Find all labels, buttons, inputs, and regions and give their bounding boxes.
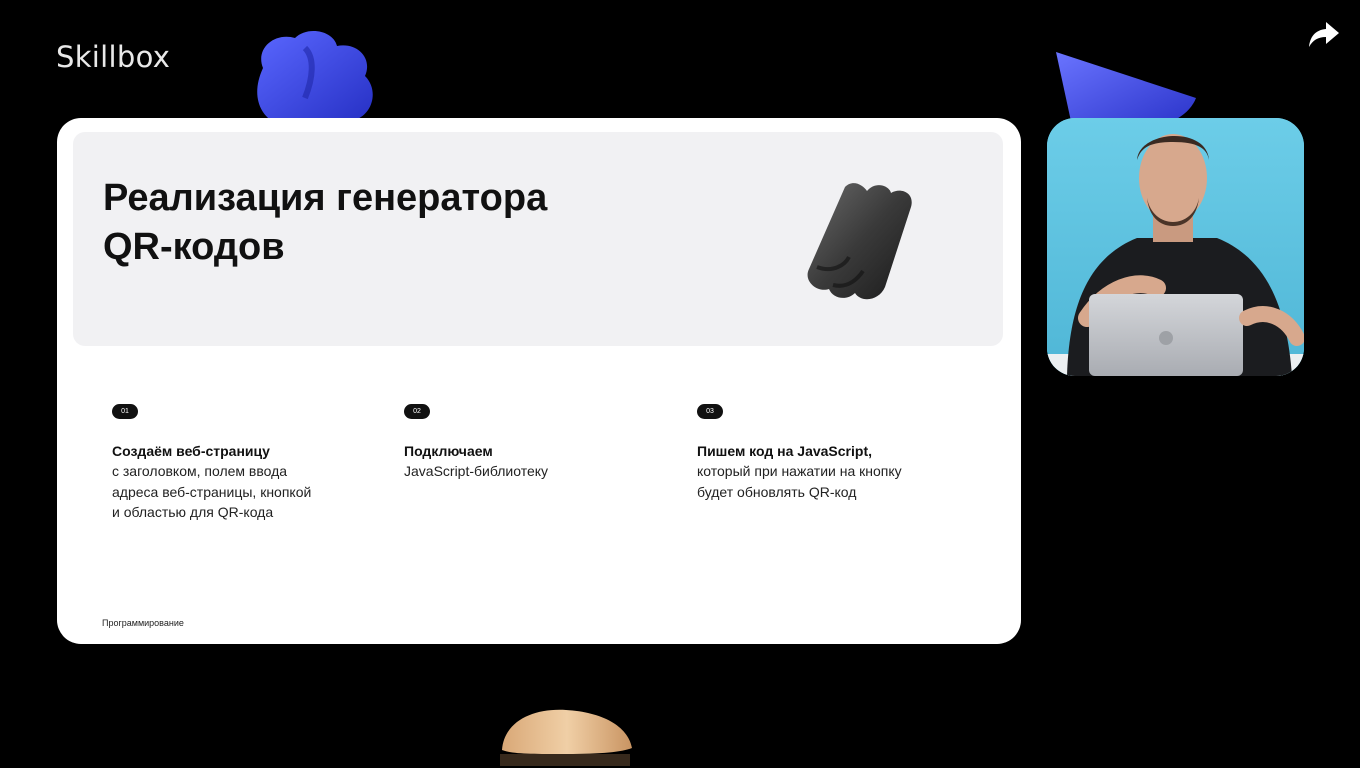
slide-header-panel: Реализация генератора QR-кодов [73,132,1003,346]
step-1-body: с заголовком, полем ввода адреса веб-стр… [112,463,312,520]
wooden-shape-decoration [500,709,632,766]
dark-wave-shape-icon [807,183,912,300]
step-2: 02 Подключаем JavaScript-библиотеку [404,400,654,482]
step-2-title: Подключаем [404,443,493,459]
slide-footer-category: Программирование [102,618,184,628]
presenter-camera-feed [1047,118,1304,376]
blue-cone-decoration [1056,52,1196,126]
slide-title-line-2: QR-кодов [103,226,285,268]
step-2-number-badge: 02 [404,404,430,419]
skillbox-logo: Skillbox [56,40,171,74]
blue-blob-decoration [257,31,373,123]
step-1-title: Создаём веб-страницу [112,443,270,459]
step-1: 01 Создаём веб-страницу с заголовком, по… [112,400,362,523]
share-button[interactable] [1306,18,1342,52]
step-3-body: который при нажатии на кнопку будет обно… [697,463,902,500]
video-stage: Skillbox Реализация генератора QR-кодов … [0,0,1360,768]
step-3-title: Пишем код на JavaScript, [697,443,872,459]
share-arrow-icon [1309,22,1339,47]
presentation-slide: Реализация генератора QR-кодов 01 Создаё… [57,118,1021,644]
step-2-body: JavaScript-библиотеку [404,463,549,479]
step-3-number-badge: 03 [697,404,723,419]
slide-title-line-1: Реализация генератора [103,177,548,219]
slide-title: Реализация генератора QR-кодов [103,174,703,272]
step-3: 03 Пишем код на JavaScript, который при … [697,400,947,502]
presenter-video-image [1047,118,1304,376]
step-1-number-badge: 01 [112,404,138,419]
